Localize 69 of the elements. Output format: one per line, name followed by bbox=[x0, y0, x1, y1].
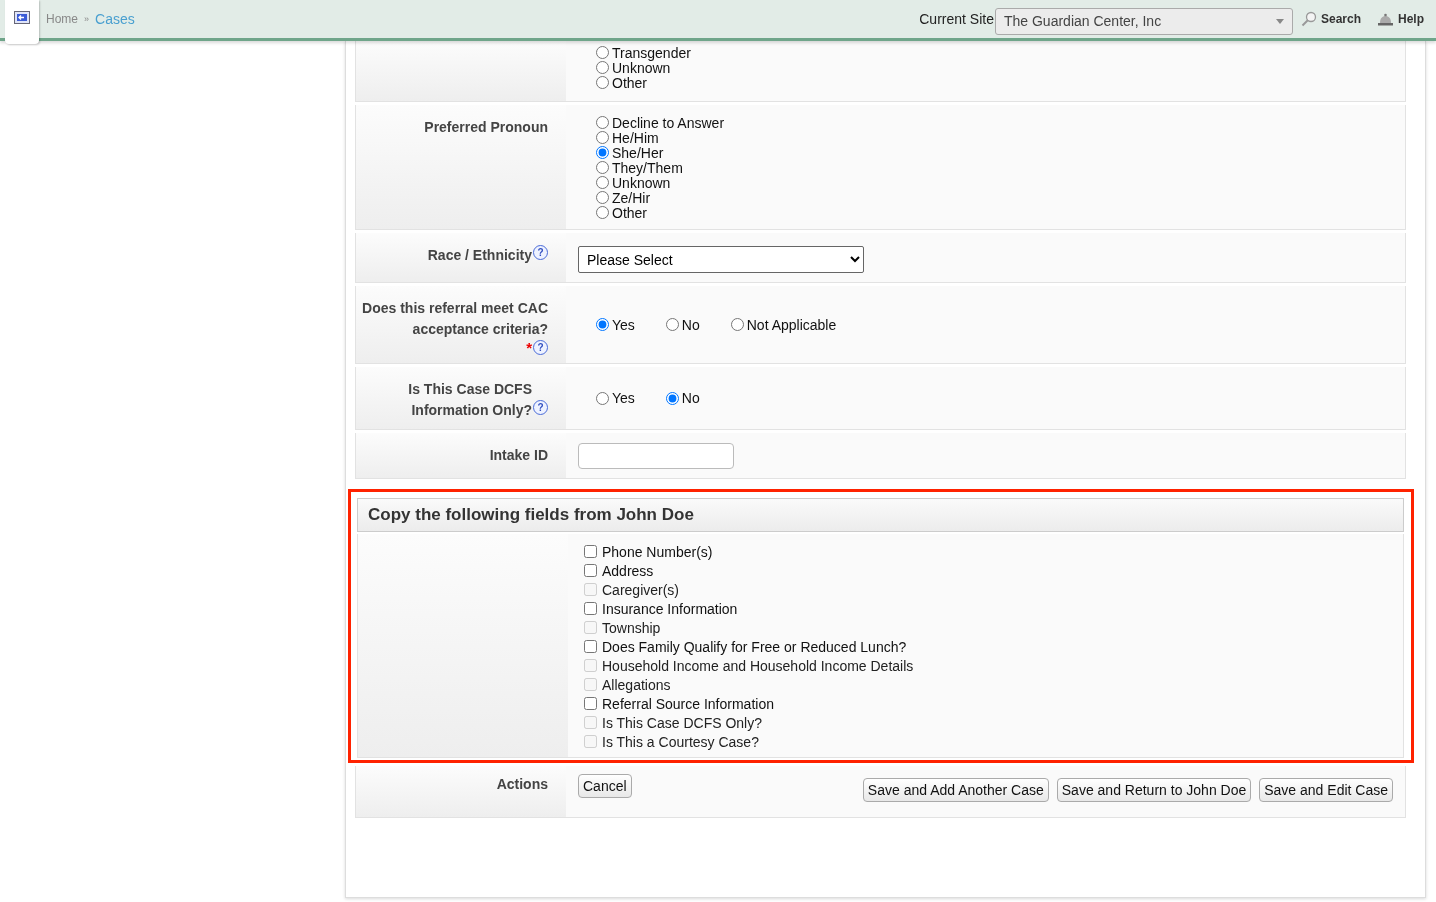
radio-label: He/Him bbox=[612, 129, 659, 146]
radio-label: Yes bbox=[612, 390, 635, 406]
radio-label: Decline to Answer bbox=[612, 114, 725, 131]
radio-button[interactable] bbox=[596, 76, 609, 89]
required-mark: * bbox=[526, 340, 532, 355]
back-icon[interactable] bbox=[14, 11, 30, 24]
radio-button[interactable] bbox=[665, 318, 679, 331]
checkbox-label: Is This Case DCFS Only? bbox=[602, 714, 762, 731]
checkbox[interactable] bbox=[584, 640, 597, 653]
save-button[interactable]: Save and Return to John Doe bbox=[1056, 778, 1252, 802]
radio-label: Ze/Hir bbox=[612, 189, 651, 206]
checkbox-label: Referral Source Information bbox=[602, 695, 774, 712]
field-label: Preferred Pronoun bbox=[424, 118, 548, 137]
search-link[interactable]: Search bbox=[1300, 11, 1361, 27]
checkbox-label: Allegations bbox=[602, 676, 671, 693]
radio-label: Transgender bbox=[612, 44, 691, 61]
radio-button[interactable] bbox=[665, 391, 679, 405]
field-label: Is This Case DCFS Information Only? bbox=[407, 380, 532, 420]
save-button[interactable]: Save and Edit Case bbox=[1259, 778, 1393, 802]
help-link[interactable]: Help bbox=[1377, 12, 1424, 26]
radio-button[interactable] bbox=[596, 116, 609, 129]
race-select[interactable]: Please Select bbox=[578, 246, 864, 273]
field-label: Does this referral meet CAC acceptance criteria? bbox=[362, 299, 548, 339]
input-field[interactable] bbox=[578, 443, 734, 469]
breadcrumb-separator: » bbox=[84, 14, 90, 24]
radio-button[interactable] bbox=[596, 161, 609, 174]
checkbox-label: Household Income and Household Income Details bbox=[602, 657, 914, 674]
checkbox-label: Is This a Courtesy Case? bbox=[602, 733, 759, 750]
radio-label: Not Applicable bbox=[746, 316, 837, 333]
checkbox-label: Phone Number(s) bbox=[602, 543, 713, 560]
radio-button[interactable] bbox=[596, 176, 609, 189]
section-header: Copy the following fields from John Doe bbox=[357, 498, 1404, 532]
search-icon bbox=[1300, 11, 1317, 27]
cancel-button[interactable]: Cancel bbox=[578, 774, 632, 798]
radio-label: She/Her bbox=[612, 144, 664, 161]
radio-label: Yes bbox=[612, 316, 635, 333]
radio-button[interactable] bbox=[596, 391, 609, 405]
radio-label: Other bbox=[612, 74, 647, 91]
checkbox[interactable] bbox=[584, 545, 597, 558]
field-label: Actions bbox=[496, 776, 548, 792]
field-label: Intake ID bbox=[489, 446, 548, 465]
radio-button[interactable] bbox=[596, 206, 609, 219]
radio-label: No bbox=[681, 316, 700, 333]
radio-button[interactable] bbox=[596, 146, 609, 159]
checkbox[interactable] bbox=[584, 564, 597, 577]
help-icon[interactable]: ? bbox=[533, 400, 548, 415]
bell-icon bbox=[1377, 12, 1394, 26]
radio-button[interactable] bbox=[730, 318, 744, 331]
radio-button[interactable] bbox=[596, 61, 609, 74]
help-icon[interactable]: ? bbox=[533, 340, 548, 355]
checkbox-label: Insurance Information bbox=[602, 600, 738, 617]
site-dropdown[interactable]: The Guardian Center, Inc bbox=[994, 7, 1293, 35]
checkbox-label: Township bbox=[602, 619, 661, 636]
checkbox[interactable] bbox=[584, 697, 597, 710]
site-label: Current Site bbox=[919, 11, 994, 27]
radio-button[interactable] bbox=[596, 131, 609, 144]
radio-button[interactable] bbox=[596, 191, 609, 204]
radio-label: Other bbox=[612, 204, 647, 221]
field-label: Race / Ethnicity bbox=[427, 246, 532, 265]
radio-button[interactable] bbox=[596, 318, 609, 331]
save-button[interactable]: Save and Add Another Case bbox=[862, 778, 1049, 802]
radio-label: They/Them bbox=[612, 159, 683, 176]
radio-label: No bbox=[681, 390, 700, 406]
checkbox-label: Address bbox=[602, 562, 654, 579]
checkbox-label: Does Family Qualify for Free or Reduced Lunch? bbox=[602, 638, 907, 655]
help-icon[interactable]: ? bbox=[533, 245, 548, 260]
radio-button[interactable] bbox=[596, 46, 609, 59]
checkbox[interactable] bbox=[584, 602, 597, 615]
checkbox-label: Caregiver(s) bbox=[602, 581, 679, 598]
